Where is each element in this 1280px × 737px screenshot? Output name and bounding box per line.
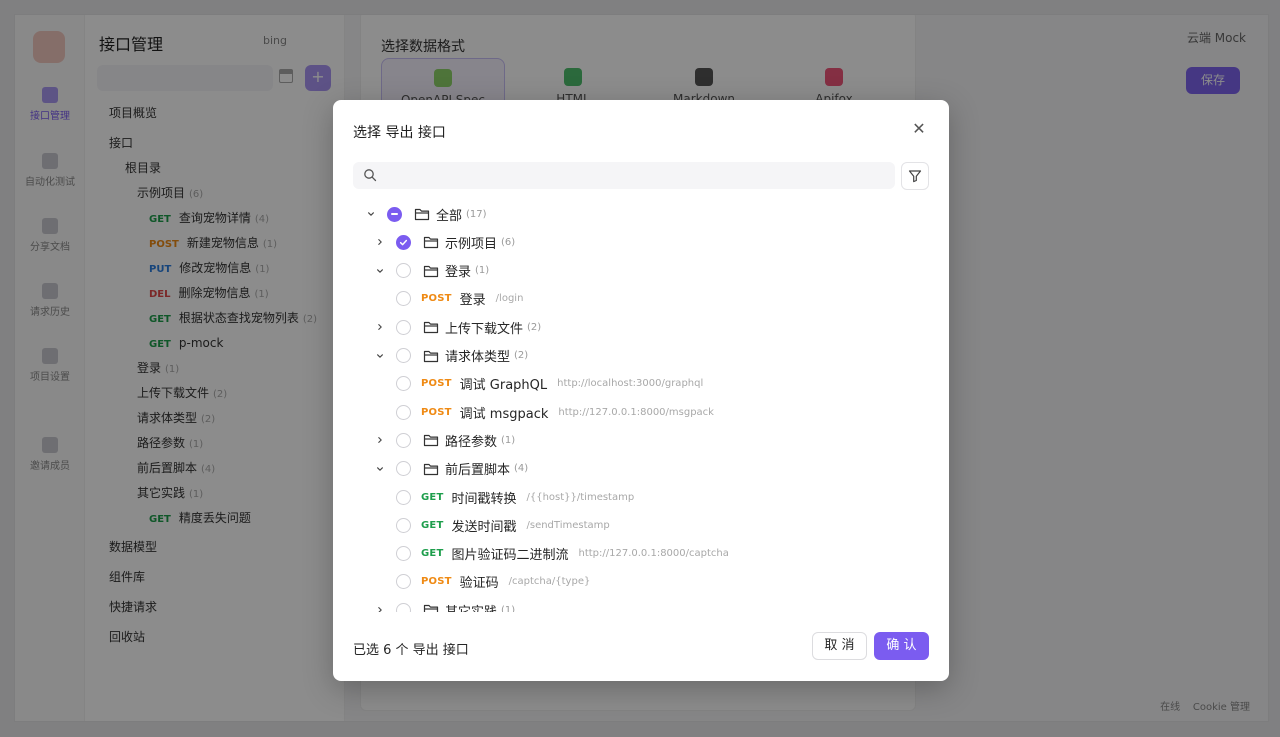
tree-api-label: 调试 msgpack [459, 406, 549, 422]
tree-folder-row[interactable]: 示例项目 (6) [353, 228, 515, 256]
close-icon[interactable]: ✕ [911, 121, 927, 137]
cancel-button[interactable]: 取 消 [812, 632, 867, 660]
selected-summary: 已选 6 个 导出 接口 [353, 643, 469, 658]
tree-api-row[interactable]: GET 发送时间戳/sendTimestamp [353, 511, 610, 539]
http-method-badge: GET [421, 491, 444, 503]
chevron-down-icon[interactable] [374, 463, 386, 475]
tree-folder-count: (6) [501, 236, 516, 248]
tree-checkbox[interactable] [396, 432, 411, 448]
tree-api-path: /login [495, 293, 524, 305]
tree-checkbox[interactable] [396, 319, 411, 335]
tree-folder-label: 其它实践 [445, 601, 497, 612]
tree-api-path: /sendTimestamp [526, 519, 610, 531]
tree-checkbox[interactable] [396, 234, 411, 250]
tree-folder-row[interactable]: 登录 (1) [353, 257, 489, 285]
folder-icon [423, 433, 439, 447]
chevron-right-icon[interactable] [374, 321, 386, 333]
filter-button[interactable] [901, 162, 929, 190]
tree-api-label: 图片验证码二进制流 [451, 548, 569, 564]
tree-folder-row[interactable]: 其它实践 (1) [353, 596, 515, 612]
tree-api-row[interactable]: GET 图片验证码二进制流 http://127.0.0.1:8000/captch… [353, 540, 729, 568]
chevron-down-icon[interactable] [374, 265, 386, 277]
tree-search-input[interactable] [353, 162, 895, 189]
tree-api-row[interactable]: GET 时间戳转换 /{{host}}/timestamp [353, 483, 634, 511]
chevron-down-icon[interactable] [365, 208, 377, 220]
tree-checkbox[interactable] [396, 348, 411, 363]
tree-api-row[interactable]: POST 调试 msgpack http://127.0.0.1:8000/msgp… [353, 398, 714, 426]
folder-icon [423, 603, 439, 612]
tree-folder-row[interactable]: 请求体类型 (2) [353, 342, 528, 370]
chevron-right-icon[interactable] [374, 236, 386, 248]
tree-folder-count: (2) [514, 350, 529, 361]
tree-folder-count: (2) [527, 321, 542, 333]
folder-icon [423, 320, 439, 334]
tree-api-label: 登录 [459, 293, 486, 309]
chevron-right-icon[interactable] [374, 604, 386, 612]
tree-api-row[interactable]: POST 登录/login [353, 285, 523, 313]
tree-folder-label: 上传下载文件 [445, 321, 524, 337]
tree-checkbox[interactable] [396, 461, 411, 477]
tree-checkbox[interactable] [396, 574, 411, 590]
tree-api-label: 时间戳转换 [451, 491, 517, 507]
tree-checkbox[interactable] [396, 489, 411, 505]
folder-icon [423, 264, 439, 278]
tree-folder-label: 示例项目 [445, 236, 498, 252]
tree-checkbox[interactable] [396, 546, 411, 562]
tree-folder-label: 请求体类型 [445, 350, 511, 365]
http-method-badge: POST [421, 293, 452, 305]
tree-folder-label: 登录 [445, 265, 472, 281]
tree-api-path: /{{host}}/timestamp [526, 491, 635, 503]
tree-folder-count: (4) [514, 463, 529, 475]
tree-folder-label: 前后置脚本 [445, 463, 511, 479]
tree-api-path: http://127.0.0.1:8000/captcha [578, 548, 729, 560]
http-method-badge: GET [421, 548, 444, 560]
tree-folder-count: (17) [466, 208, 487, 220]
chevron-right-icon[interactable] [374, 434, 386, 446]
tree-checkbox[interactable] [396, 376, 411, 392]
tree-checkbox[interactable] [396, 404, 411, 420]
export-select-modal: 选择 导出 接口 ✕ 全部 (17) 示例项目 (6) 登录 (1) POST 登录/logi… [333, 100, 949, 681]
tree-folder-row[interactable]: 全部 (17) [353, 200, 487, 228]
http-method-badge: POST [421, 378, 452, 390]
folder-icon [423, 235, 439, 249]
tree-folder-row[interactable]: 路径参数 (1) [353, 426, 515, 454]
search-icon [364, 169, 377, 182]
tree-folder-row[interactable]: 前后置脚本 (4) [353, 455, 528, 483]
tree-checkbox[interactable] [396, 263, 411, 279]
tree-folder-label: 路径参数 [445, 434, 498, 450]
tree-folder-count: (1) [475, 265, 490, 277]
tree-folder-row[interactable]: 上传下载文件 (2) [353, 313, 541, 341]
tree-api-path: /captcha/{type} [508, 576, 591, 588]
http-method-badge: GET [421, 519, 444, 531]
tree-api-row[interactable]: POST 调试 GraphQL http://localhost:3000/grap… [353, 370, 703, 398]
tree-checkbox[interactable] [396, 602, 411, 612]
modal-title: 选择 导出 接口 [353, 125, 446, 141]
tree-api-label: 调试 GraphQL [459, 378, 548, 394]
tree-api-label: 发送时间戳 [451, 519, 517, 535]
chevron-down-icon[interactable] [374, 350, 386, 362]
tree-api-label: 验证码 [459, 576, 499, 592]
tree-checkbox[interactable] [396, 517, 411, 533]
tree-api-path: http://localhost:3000/graphql [557, 378, 704, 390]
tree-folder-label: 全部 [436, 208, 463, 224]
tree-checkbox[interactable] [396, 291, 411, 307]
tree-folder-count: (1) [501, 604, 516, 612]
http-method-badge: POST [421, 406, 452, 418]
tree-folder-count: (1) [501, 434, 516, 446]
folder-icon [423, 349, 439, 363]
confirm-button[interactable]: 确 认 [874, 632, 929, 660]
folder-icon [414, 207, 430, 221]
folder-icon [423, 462, 439, 476]
api-tree: 全部 (17) 示例项目 (6) 登录 (1) POST 登录/login 上传下载文件 (2) 请… [353, 200, 929, 612]
filter-icon [908, 170, 922, 183]
tree-api-path: http://127.0.0.1:8000/msgpack [558, 406, 714, 418]
http-method-badge: POST [421, 576, 452, 588]
tree-checkbox[interactable] [387, 206, 402, 222]
tree-api-row[interactable]: POST 验证码/captcha/{type} [353, 568, 590, 596]
